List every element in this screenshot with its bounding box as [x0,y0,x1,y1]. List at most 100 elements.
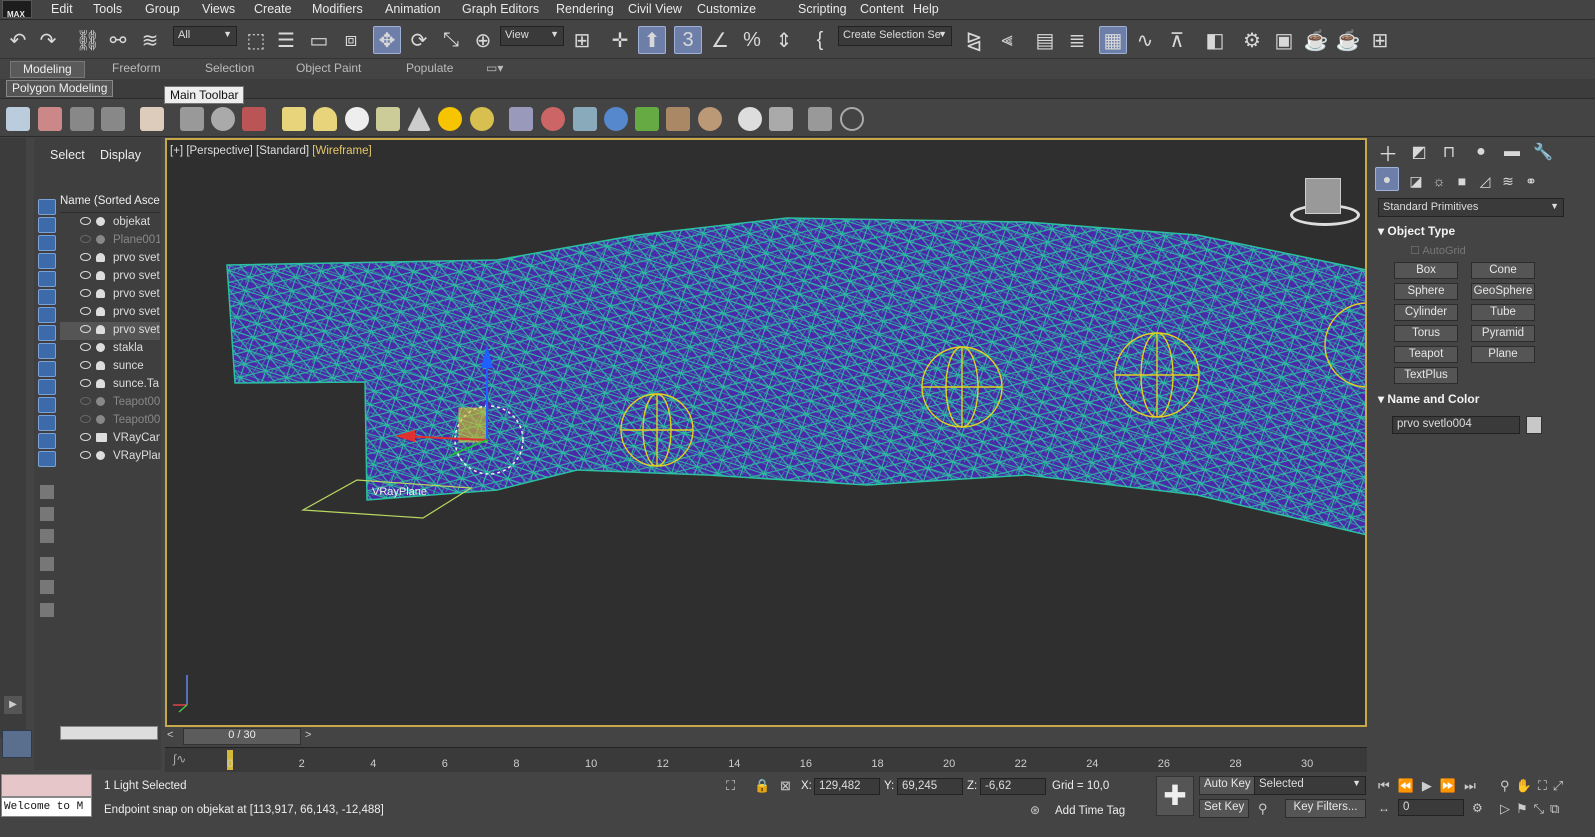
scene-object-row[interactable]: Teapot00 [60,394,160,412]
lock-selection-icon[interactable]: 🔒 [754,778,770,794]
explorer-tool-icon[interactable] [40,557,54,571]
menu-content[interactable]: Content [860,2,904,16]
ambient-light-icon[interactable] [470,107,494,131]
scene-object-row[interactable]: stakla [60,340,160,358]
clipper-icon[interactable] [698,107,722,131]
menu-rendering[interactable]: Rendering [556,2,614,16]
teapot-button[interactable]: Teapot [1394,346,1458,363]
pyramid-button[interactable]: Pyramid [1471,325,1535,342]
curve-editor-icon[interactable]: ∿ [1131,26,1159,54]
tab-display[interactable]: Display [100,148,141,162]
visibility-eye-icon[interactable] [80,235,91,243]
named-selection-dropdown[interactable]: Create Selection Se ▼ [838,26,952,46]
menu-help[interactable]: Help [913,2,939,16]
modify-tab-icon[interactable]: ◩ [1405,138,1433,166]
time-slider-thumb[interactable]: 0 / 30 [183,728,301,745]
ribbon-tab-object-paint[interactable]: Object Paint [296,61,361,78]
autogrid-checkbox[interactable]: ☐ AutoGrid [1410,244,1466,257]
window-crossing-icon[interactable]: ⧈ [337,26,365,54]
menu-modifiers[interactable]: Modifiers [312,2,363,16]
maxscript-listener-output[interactable] [1,774,92,797]
menu-create[interactable]: Create [254,2,292,16]
set-key-button[interactable]: Set Key [1199,799,1250,818]
angle-snap-icon[interactable]: ∠ [706,26,734,54]
scatter-icon[interactable] [635,107,659,131]
align-icon[interactable]: ⫷ [993,26,1021,54]
teapot-icon[interactable] [6,107,30,131]
redo-icon[interactable]: ↷ [34,26,62,54]
visibility-eye-icon[interactable] [80,325,91,333]
auto-key-button[interactable]: Auto Key [1199,776,1256,795]
ribbon-tab-selection[interactable]: Selection [205,61,254,78]
material-library-icon[interactable] [769,107,793,131]
explorer-filter-button[interactable] [38,451,56,467]
rendered-frame-window-icon[interactable]: ▣ [1270,26,1298,54]
polygon-modeling-label[interactable]: Polygon Modeling [6,80,114,97]
scene-object-row[interactable]: prvo svet [60,304,160,322]
maxscript-listener-input[interactable]: Welcome to M [1,797,92,817]
select-and-move-icon[interactable]: ✥ [373,26,401,54]
render-icon[interactable] [242,107,266,131]
menu-group[interactable]: Group [145,2,180,16]
tube-button[interactable]: Tube [1471,304,1535,321]
material-editor-icon[interactable]: ◧ [1201,26,1229,54]
geometry-category-icon[interactable]: ● [1375,167,1399,191]
box-button[interactable]: Box [1394,262,1458,279]
app-logo[interactable]: MAX [2,0,32,19]
next-frame-arrow[interactable]: > [305,729,319,743]
undo-icon[interactable]: ↶ [4,26,32,54]
visibility-eye-icon[interactable] [80,217,91,225]
ribbon-tab-modeling[interactable]: Modeling [10,61,85,78]
cone-button[interactable]: Cone [1471,262,1535,279]
explorer-filter-button[interactable] [38,379,56,395]
reference-coordinate-dropdown[interactable]: View ▼ [500,26,564,46]
scene-object-row[interactable]: sunce [60,358,160,376]
explorer-filter-button[interactable] [38,325,56,341]
perspective-viewport[interactable]: [+] [Perspective] [Standard] [Wireframe]… [165,138,1367,727]
object-color-swatch[interactable] [1526,416,1542,434]
select-object-icon[interactable]: ⬚ [242,26,270,54]
bind-space-warp-icon[interactable]: ≋ [136,26,164,54]
scene-object-row[interactable]: VRayCam [60,430,160,448]
visibility-eye-icon[interactable] [80,397,91,405]
y-coordinate-field[interactable]: 69,245 [897,778,963,795]
explorer-filter-button[interactable] [38,271,56,287]
menu-tools[interactable]: Tools [93,2,122,16]
hf-icon[interactable] [666,107,690,131]
explorer-scrollbar[interactable] [60,726,158,740]
dope-sheet-icon[interactable]: ⊼ [1163,26,1191,54]
viewcube[interactable] [1282,174,1360,226]
scene-object-row[interactable]: objekat [60,214,160,232]
geosphere-button[interactable]: GeoSphere [1471,283,1535,300]
vray-material-icon[interactable] [738,107,762,131]
explorer-tool-icon[interactable] [40,603,54,617]
expand-arrow-icon[interactable]: ▶ [4,696,22,714]
visibility-eye-icon[interactable] [80,415,91,423]
export-icon[interactable] [808,107,832,131]
explorer-filter-button[interactable] [38,235,56,251]
viewport-nav-icons-bottom[interactable]: ▷⚑⤡⧉ [1500,801,1565,817]
sphere-light-icon[interactable] [345,107,369,131]
viewport-nav-icons-top[interactable]: ⚲✋⛶⤢ [1500,778,1569,794]
vray-plane-icon[interactable] [573,107,597,131]
keyboard-shortcut-override-icon[interactable]: ⬆ [638,26,666,54]
playback-controls[interactable]: ⏮⏪▶⏩⏭ [1378,778,1484,794]
scene-object-row[interactable]: prvo svet [60,268,160,286]
ribbon-options-icon[interactable]: ▭▾ [486,61,503,78]
scene-object-row[interactable]: Teapot00 [60,412,160,430]
menu-edit[interactable]: Edit [51,2,73,16]
visibility-eye-icon[interactable] [80,379,91,387]
explorer-filter-button[interactable] [38,217,56,233]
systems-category-icon[interactable]: ⚭ [1517,167,1545,195]
unlink-icon[interactable]: ⚯ [104,26,132,54]
snaps-toggle-icon[interactable]: 3 [674,26,702,54]
create-tab-icon[interactable]: ＋ [1374,138,1402,166]
mirror-icon[interactable]: ⧎ [960,26,988,54]
vray-frame-buffer-icon[interactable]: ⊞ [1366,26,1394,54]
isolate-selection-icon[interactable]: ⛶ [726,778,735,794]
menu-civil-view[interactable]: Civil View [628,2,682,16]
hierarchy-tab-icon[interactable]: ⊓ [1435,138,1463,166]
scene-object-row[interactable]: Plane001 [60,232,160,250]
render-iterative-icon[interactable]: ☕ [1334,26,1362,54]
percent-snap-icon[interactable]: % [738,26,766,54]
